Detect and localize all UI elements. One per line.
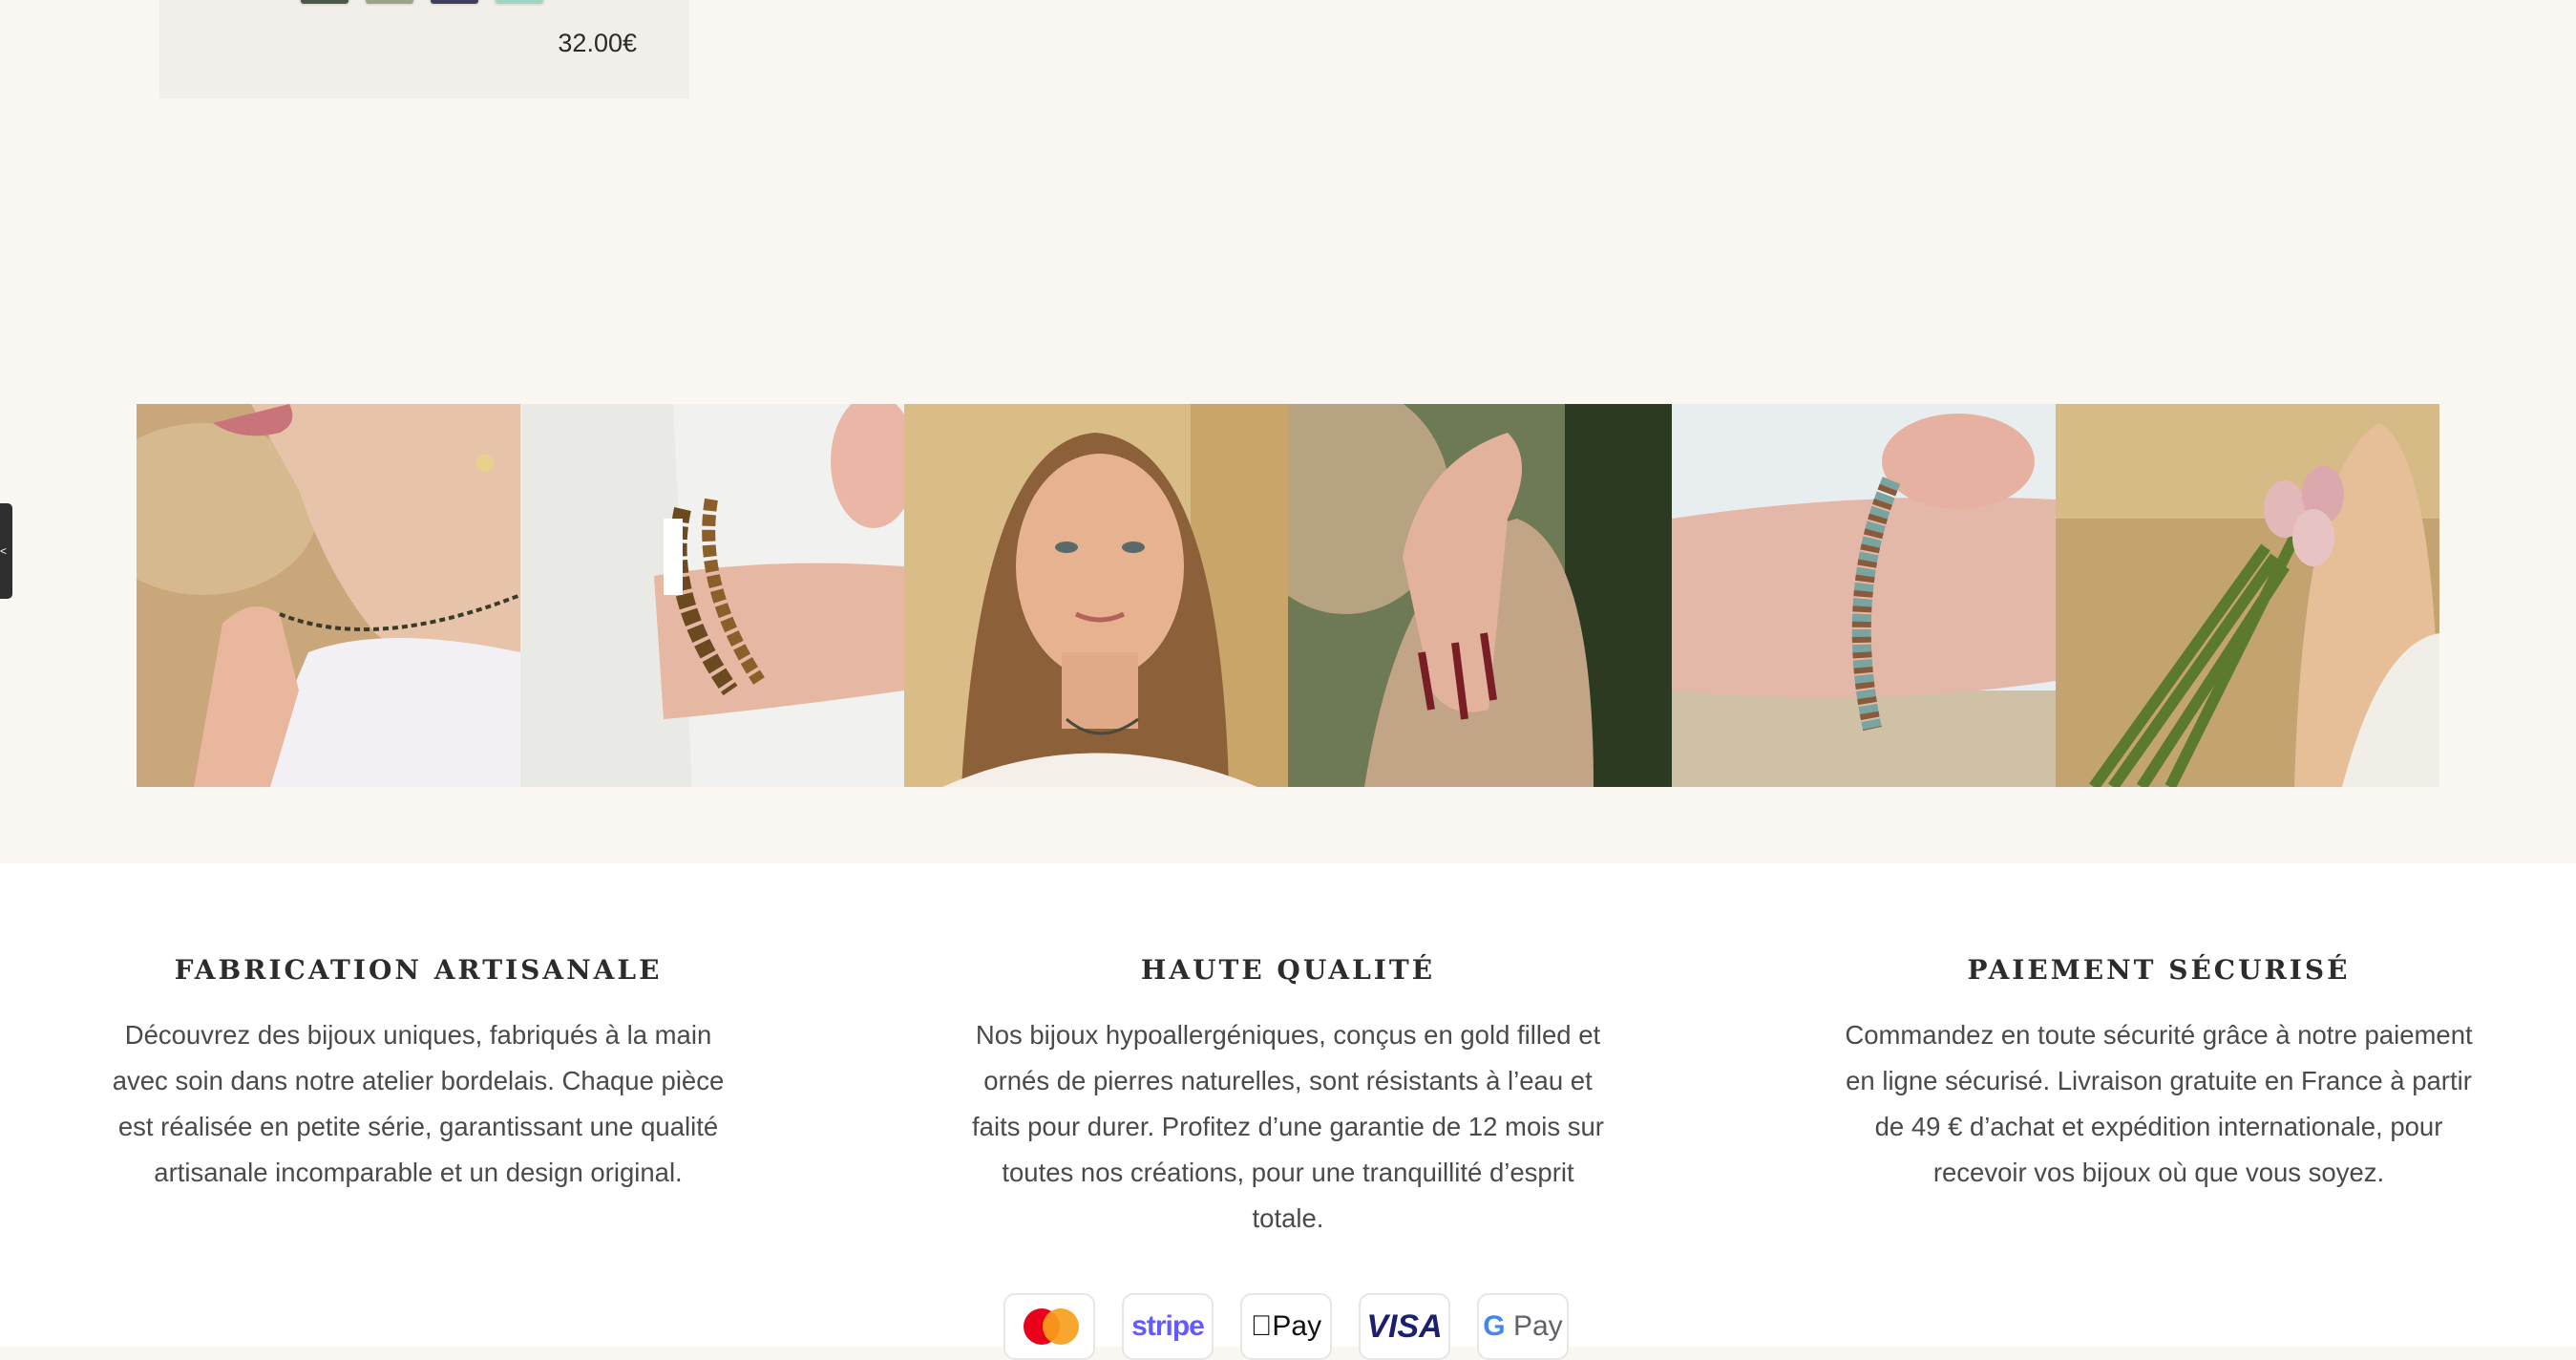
feature-quality: HAUTE QUALITÉ Nos bijoux hypoallergéniqu… (954, 954, 1622, 1242)
chevron-left-icon: < (0, 544, 8, 558)
instagram-gallery (137, 404, 2441, 787)
swatch-2[interactable] (364, 0, 415, 6)
apple-pay-icon: Pay (1240, 1293, 1332, 1360)
product-card[interactable]: 32.00€ (159, 0, 689, 98)
color-swatches (299, 0, 545, 6)
mastercard-icon (1003, 1293, 1095, 1360)
portrait-necklace-photo[interactable] (904, 404, 1288, 787)
feature-handmade: FABRICATION ARTISANALE Découvrez des bij… (84, 954, 752, 1196)
swatch-4[interactable] (494, 0, 545, 6)
feature-title: FABRICATION ARTISANALE (174, 954, 663, 986)
feature-text: Découvrez des bijoux uniques, fabriqués … (112, 1020, 725, 1187)
stripe-icon: stripe (1122, 1293, 1214, 1360)
swatch-1[interactable] (299, 0, 350, 6)
stone-bracelet-photo[interactable] (1672, 404, 2056, 787)
feature-secure-payment: PAIEMENT SÉCURISÉ Commandez en toute séc… (1825, 954, 2493, 1196)
visa-icon: VISA (1359, 1293, 1450, 1360)
feature-title: HAUTE QUALITÉ (1140, 954, 1436, 986)
payment-methods: stripe Pay VISA G Pay (1003, 1293, 1569, 1360)
swatch-3[interactable] (429, 0, 480, 6)
necklace-photo[interactable] (137, 404, 520, 787)
google-pay-icon: G Pay (1477, 1293, 1569, 1360)
feature-title: PAIEMENT SÉCURISÉ (1967, 954, 2351, 986)
tiger-eye-bracelet-photo[interactable] (520, 404, 904, 787)
feature-text: Nos bijoux hypoallergéniques, conçus en … (972, 1020, 1604, 1233)
feature-text: Commandez en toute sécurité grâce à notr… (1845, 1020, 2473, 1187)
side-tab-toggle[interactable]: < (0, 503, 12, 599)
features-section: FABRICATION ARTISANALE Découvrez des bij… (0, 863, 2576, 1347)
tulips-woman-photo[interactable] (2056, 404, 2439, 787)
rings-hand-photo[interactable] (1288, 404, 1672, 787)
product-price: 32.00€ (558, 29, 637, 57)
